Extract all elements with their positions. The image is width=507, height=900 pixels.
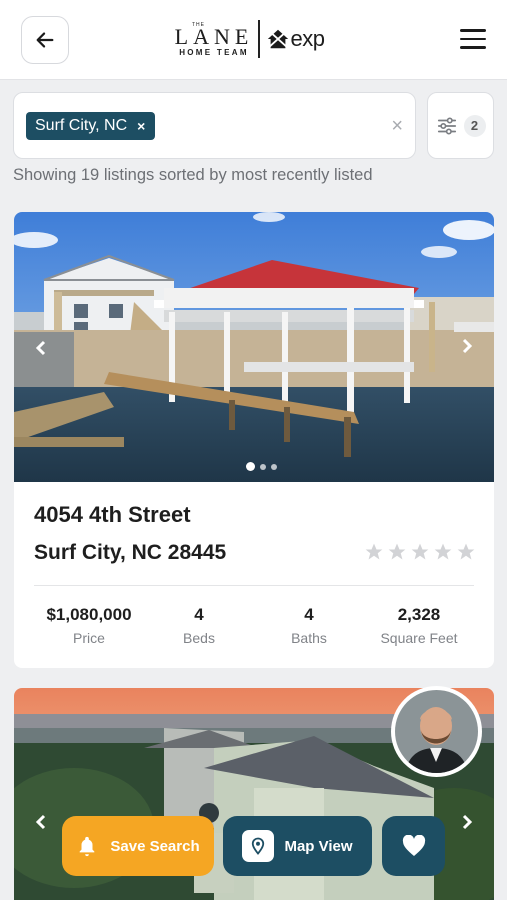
listing-address: 4054 4th Street xyxy=(34,502,191,527)
hamburger-menu-icon[interactable] xyxy=(460,29,486,49)
clear-search-icon[interactable]: × xyxy=(391,115,403,138)
baths-value: 4 xyxy=(304,605,314,624)
filter-count-badge: 2 xyxy=(463,114,486,137)
chip-label: Surf City, NC xyxy=(35,117,128,134)
price-value: $1,080,000 xyxy=(46,605,132,624)
photo-pagination[interactable] xyxy=(246,462,277,471)
logo-exp-text: exp xyxy=(290,26,325,51)
star-icon xyxy=(365,543,383,560)
stat-sqft: 2,328 Square Feet xyxy=(364,605,474,646)
arrow-left-icon xyxy=(36,32,54,48)
listing-city: Surf City, NC 28445 xyxy=(34,541,227,564)
pagination-dot xyxy=(260,463,266,470)
pagination-dot-active xyxy=(246,462,255,471)
heart-icon xyxy=(402,835,425,856)
sliders-icon xyxy=(437,116,456,135)
filters-button[interactable]: 2 xyxy=(427,92,494,159)
save-search-button[interactable]: Save Search xyxy=(62,816,214,876)
search-input[interactable]: Surf City, NC × × xyxy=(13,92,416,159)
exp-house-icon xyxy=(267,29,288,49)
stat-price: $1,080,000 Price xyxy=(34,605,144,646)
star-icon xyxy=(388,543,406,560)
location-filter-chip[interactable]: Surf City, NC × xyxy=(26,112,156,140)
save-search-label: Save Search xyxy=(110,837,200,855)
chip-remove-icon[interactable]: × xyxy=(137,118,145,134)
bell-icon xyxy=(80,836,95,857)
star-icon xyxy=(457,543,475,560)
card-divider xyxy=(34,585,474,586)
results-summary: Showing 19 listings sorted by most recen… xyxy=(13,166,373,184)
agent-photo xyxy=(395,690,478,773)
favorites-button[interactable] xyxy=(382,816,445,876)
rating-stars xyxy=(364,542,476,562)
sqft-value: 2,328 xyxy=(397,605,441,624)
app-header: THE LANE HOME TEAM exp xyxy=(0,0,507,80)
map-pin-icon xyxy=(252,837,265,855)
sqft-label: Square Feet xyxy=(380,630,458,646)
logo-divider xyxy=(258,20,260,58)
beds-label: Beds xyxy=(183,630,215,646)
listing-photo[interactable] xyxy=(14,212,494,482)
pagination-dot xyxy=(271,463,277,470)
baths-label: Baths xyxy=(291,630,327,646)
stat-beds: 4 Beds xyxy=(144,605,254,646)
star-icon xyxy=(434,543,452,560)
agent-avatar[interactable] xyxy=(391,686,482,777)
logo-lane-text: LANE xyxy=(174,23,254,49)
map-icon-box xyxy=(242,830,275,862)
beds-value: 4 xyxy=(194,605,204,624)
back-button[interactable] xyxy=(21,16,69,64)
logo-team-text: HOME TEAM xyxy=(179,47,249,57)
map-view-button[interactable]: Map View xyxy=(223,816,372,876)
star-icon xyxy=(411,543,429,560)
price-label: Price xyxy=(73,630,105,646)
listing-card[interactable]: 4054 4th Street Surf City, NC 28445 $1,0… xyxy=(14,212,494,668)
stat-baths: 4 Baths xyxy=(254,605,364,646)
brand-logo[interactable]: THE LANE HOME TEAM exp xyxy=(174,18,332,60)
map-view-label: Map View xyxy=(284,837,353,855)
